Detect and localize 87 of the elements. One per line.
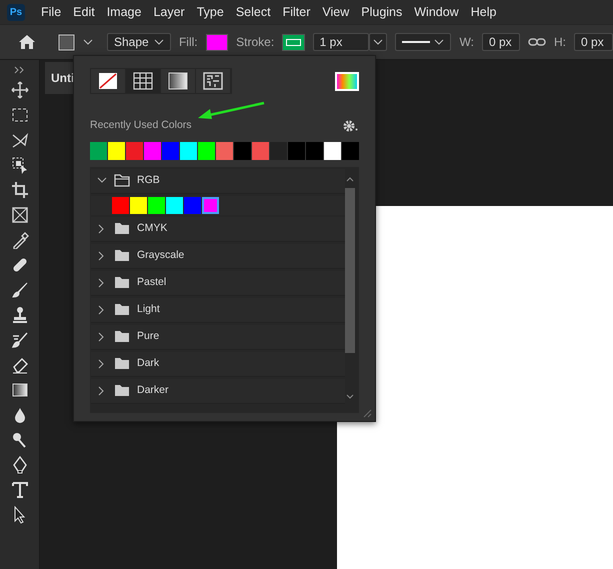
arrow-annotation bbox=[196, 101, 266, 121]
color-swatch[interactable] bbox=[126, 142, 143, 160]
color-swatch[interactable] bbox=[180, 142, 197, 160]
stroke-style-dropdown[interactable] bbox=[395, 33, 452, 51]
color-swatch[interactable] bbox=[202, 196, 219, 214]
fill-color-swatch[interactable] bbox=[206, 34, 228, 50]
folder-icon bbox=[114, 222, 130, 236]
collapse-icon[interactable] bbox=[14, 66, 26, 74]
stamp-tool-icon[interactable] bbox=[10, 306, 28, 324]
color-swatch[interactable] bbox=[90, 142, 107, 160]
color-swatch[interactable] bbox=[130, 196, 147, 214]
color-swatch[interactable] bbox=[184, 196, 201, 214]
color-swatch[interactable] bbox=[342, 142, 359, 160]
marquee-tool-icon[interactable] bbox=[10, 106, 28, 124]
stroke-label: Stroke: bbox=[236, 34, 274, 51]
color-swatch[interactable] bbox=[108, 142, 125, 160]
crop-tool-icon[interactable] bbox=[10, 181, 28, 199]
height-field[interactable]: 0 px bbox=[574, 33, 613, 51]
color-swatch[interactable] bbox=[216, 142, 233, 160]
folder-icon bbox=[114, 249, 130, 262]
color-swatch[interactable] bbox=[144, 142, 161, 160]
fill-label: Fill: bbox=[178, 34, 198, 51]
fill-type-tab[interactable] bbox=[126, 69, 161, 93]
menu-item[interactable]: Edit bbox=[67, 2, 101, 22]
section-label: Recently Used Colors bbox=[90, 118, 192, 133]
color-swatch[interactable] bbox=[234, 142, 251, 160]
menu-item[interactable]: View bbox=[316, 2, 356, 22]
color-swatch[interactable] bbox=[270, 142, 287, 160]
solid-line-icon bbox=[402, 40, 430, 44]
color-swatch[interactable] bbox=[148, 196, 165, 214]
width-field[interactable]: 0 px bbox=[482, 33, 520, 51]
gradient-tool-icon[interactable] bbox=[10, 381, 28, 399]
lasso-tool-icon[interactable] bbox=[10, 131, 28, 149]
color-swatch[interactable] bbox=[306, 142, 323, 160]
open-folder-icon bbox=[114, 174, 130, 188]
caret-icon[interactable] bbox=[369, 33, 388, 51]
menu-item[interactable]: Image bbox=[100, 2, 148, 22]
folder-icon bbox=[114, 384, 130, 398]
history-brush-icon[interactable] bbox=[10, 331, 28, 349]
color-swatch[interactable] bbox=[112, 196, 129, 214]
type-tool-icon[interactable] bbox=[10, 481, 28, 499]
color-swatch[interactable] bbox=[198, 142, 215, 160]
frame-tool-icon[interactable] bbox=[10, 206, 28, 224]
link-icon[interactable] bbox=[528, 37, 546, 47]
menu-item[interactable]: Filter bbox=[276, 2, 316, 22]
color-swatch[interactable] bbox=[252, 142, 269, 160]
folder-icon bbox=[114, 330, 130, 344]
color-swatch[interactable] bbox=[166, 196, 183, 214]
brush-tool-icon[interactable] bbox=[10, 281, 28, 299]
menu-item[interactable]: Type bbox=[190, 2, 230, 22]
eyedropper-icon[interactable] bbox=[10, 231, 28, 249]
dodge-tool-icon[interactable] bbox=[10, 431, 28, 449]
menu-item[interactable]: File bbox=[35, 2, 68, 22]
menu-item[interactable]: Window bbox=[408, 2, 465, 22]
menu-item[interactable]: Layer bbox=[147, 2, 191, 22]
stroke-color-swatch[interactable] bbox=[282, 34, 305, 50]
move-tool-icon[interactable] bbox=[10, 81, 28, 99]
gradient-icon bbox=[167, 71, 189, 91]
height-label: H: bbox=[554, 34, 566, 51]
eraser-icon[interactable] bbox=[10, 356, 28, 374]
grid-icon bbox=[132, 71, 154, 91]
folder-icon bbox=[114, 276, 130, 290]
app-logo[interactable]: Ps bbox=[7, 4, 25, 20]
color-swatch[interactable] bbox=[162, 142, 179, 160]
pattern-icon bbox=[202, 71, 224, 91]
caret-icon[interactable] bbox=[83, 38, 93, 46]
document-tab[interactable]: Unti bbox=[45, 62, 75, 94]
caret-icon bbox=[154, 38, 164, 46]
resize-grip-icon[interactable] bbox=[362, 408, 372, 418]
shape-preset-icon[interactable] bbox=[58, 34, 75, 50]
object-select-icon[interactable] bbox=[10, 156, 28, 174]
home-icon[interactable] bbox=[18, 34, 36, 50]
color-swatch[interactable] bbox=[288, 142, 305, 160]
menu-item[interactable]: Select bbox=[230, 2, 277, 22]
menu-item[interactable]: Help bbox=[464, 2, 502, 22]
width-label: W: bbox=[459, 34, 474, 51]
gear-icon[interactable] bbox=[343, 120, 359, 132]
pen-tool-icon[interactable] bbox=[10, 456, 28, 474]
folder-icon bbox=[114, 357, 130, 370]
stroke-width-field[interactable]: 1 px bbox=[312, 33, 370, 51]
caret-icon bbox=[434, 38, 444, 46]
folder-icon bbox=[114, 303, 130, 316]
no-fill-icon bbox=[97, 71, 119, 91]
menu-item[interactable]: Plugins bbox=[355, 2, 408, 22]
tool-mode-dropdown[interactable]: Shape bbox=[107, 33, 171, 51]
color-picker-icon[interactable] bbox=[335, 72, 359, 90]
color-swatch[interactable] bbox=[324, 142, 341, 160]
